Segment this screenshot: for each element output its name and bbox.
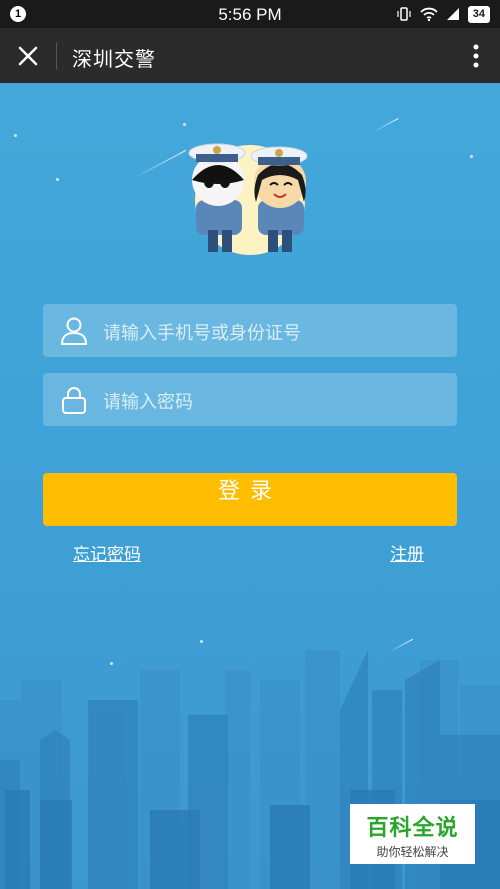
vibrate-icon: [397, 7, 411, 21]
traffic-police-mascot: [188, 143, 308, 255]
password-field[interactable]: 请输入密码: [43, 373, 457, 426]
password-placeholder: 请输入密码: [103, 392, 193, 413]
forgot-password-link[interactable]: 忘记密码: [73, 540, 141, 565]
watermark-subtitle: 助你轻松解决: [376, 845, 449, 859]
star-decoration: [56, 178, 59, 181]
status-bar: 1 5:56 PM 34: [0, 0, 500, 28]
watermark-logo: 百科全说: [366, 816, 459, 841]
username-placeholder: 请输入手机号或身份证号: [103, 323, 301, 344]
star-decoration: [470, 155, 473, 158]
user-icon: [60, 317, 88, 345]
baike-watermark: 百科全说 助你轻松解决: [350, 804, 475, 864]
wifi-icon: [420, 7, 438, 22]
meteor-decoration: [371, 117, 399, 133]
star-decoration: [14, 134, 17, 137]
app-bar-divider: [56, 42, 57, 70]
signal-icon: [446, 8, 459, 20]
battery-indicator: 34: [467, 5, 490, 23]
star-decoration: [183, 123, 186, 126]
page-title: 深圳交警: [72, 47, 156, 71]
close-icon[interactable]: [10, 38, 46, 74]
login-screen: 1 5:56 PM 34 深圳交警 请输入手机号或身份证号 请输入密码 登录 忘…: [0, 0, 500, 889]
register-link[interactable]: 注册: [390, 540, 424, 565]
more-options-icon[interactable]: [464, 40, 488, 72]
lock-icon: [62, 387, 86, 414]
login-button[interactable]: 登录: [43, 473, 457, 526]
username-field[interactable]: 请输入手机号或身份证号: [43, 304, 457, 357]
app-bar: 深圳交警: [0, 28, 500, 83]
status-icons: 34: [396, 5, 490, 23]
